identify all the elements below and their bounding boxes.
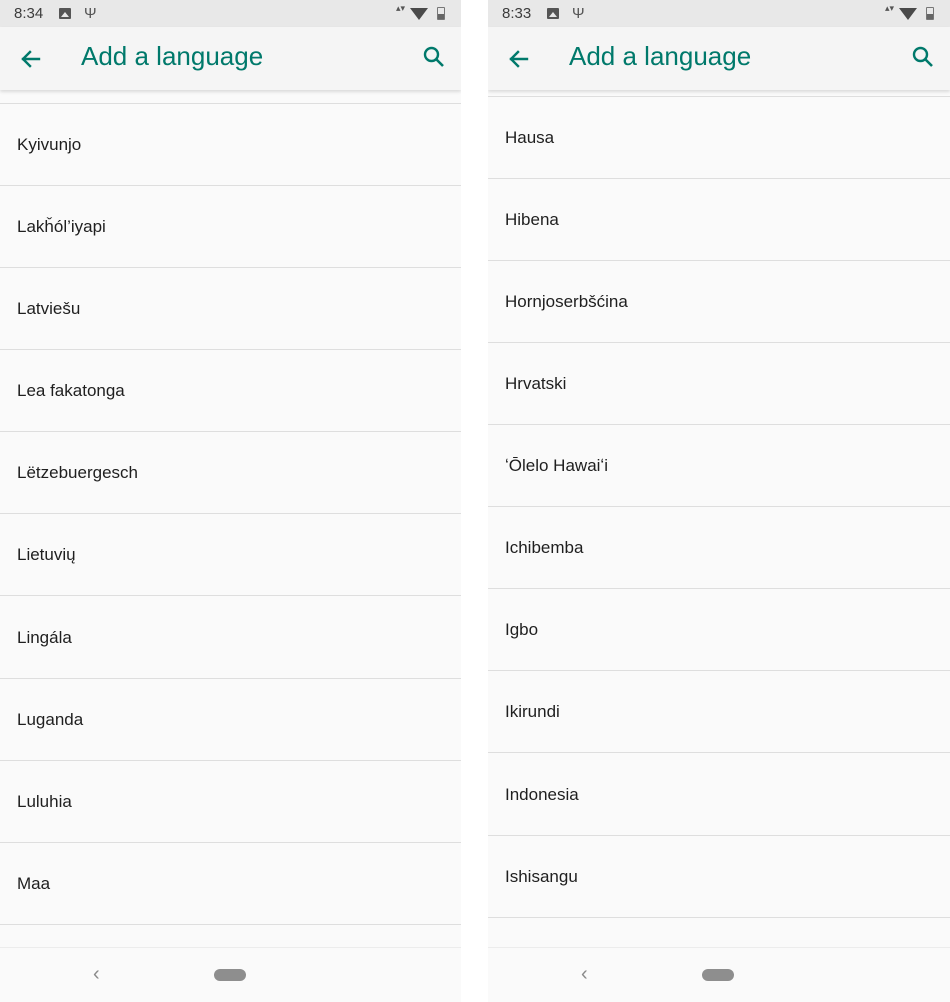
search-button[interactable] xyxy=(421,44,447,70)
app-bar: Add a language xyxy=(488,27,950,90)
data-arrows-icon: ▴▾ xyxy=(395,3,405,13)
battery-icon xyxy=(437,7,445,20)
language-label: Hibena xyxy=(505,209,559,229)
language-label: Lietuvių xyxy=(17,544,76,564)
data-arrows-icon: ▴▾ xyxy=(884,3,894,13)
language-label: Maa xyxy=(17,873,51,893)
wifi-icon xyxy=(899,8,917,20)
chevron-left-icon[interactable]: ‹ xyxy=(93,963,100,986)
language-label: Latviešu xyxy=(17,298,81,318)
phone-screen-left: 8:34 Ψ ▴▾ Add a language Kyivunjo Lakȟól… xyxy=(0,0,461,1002)
language-label: Ikirundi xyxy=(505,701,560,721)
navigation-bar: ‹ xyxy=(488,947,950,1002)
usb-icon: Ψ xyxy=(84,5,97,22)
home-pill-icon[interactable] xyxy=(702,969,734,981)
status-bar: 8:33 Ψ ▴▾ xyxy=(488,0,950,27)
list-item[interactable]: Ichibemba xyxy=(488,507,950,589)
list-item[interactable]: Maa xyxy=(0,843,461,925)
page-title: Add a language xyxy=(81,41,264,71)
language-label: Lakȟól’iyapi xyxy=(17,216,106,236)
page-title: Add a language xyxy=(569,41,752,71)
list-item[interactable]: Kyivunjo xyxy=(0,104,461,186)
language-label: Kyivunjo xyxy=(17,134,82,154)
list-item[interactable]: Latviešu xyxy=(0,268,461,350)
status-time: 8:34 xyxy=(14,5,44,22)
list-item[interactable]: Hornjoserbšćina xyxy=(488,261,950,343)
list-item[interactable]: Luganda xyxy=(0,679,461,761)
search-icon xyxy=(912,46,933,67)
list-item[interactable]: Luluhia xyxy=(0,761,461,843)
language-label: Igbo xyxy=(505,619,539,639)
list-item[interactable]: Hausa xyxy=(488,97,950,179)
list-item[interactable]: Indonesia xyxy=(488,754,950,836)
language-label: Hausa xyxy=(505,127,555,147)
home-pill-icon[interactable] xyxy=(214,969,246,981)
list-item[interactable]: Hrvatski xyxy=(488,343,950,425)
list-item[interactable]: Hibena xyxy=(488,179,950,261)
status-bar: 8:34 Ψ ▴▾ xyxy=(0,0,461,27)
navigation-bar: ‹ xyxy=(0,947,461,1002)
language-label: Hrvatski xyxy=(505,373,567,393)
language-label: Indonesia xyxy=(505,784,579,804)
image-icon xyxy=(59,8,71,19)
list-item[interactable]: ʻŌlelo Hawaiʻi xyxy=(488,425,950,507)
list-item[interactable]: Lakȟól’iyapi xyxy=(0,186,461,268)
language-label: Luluhia xyxy=(17,791,72,811)
image-icon xyxy=(547,8,559,19)
language-label: Hornjoserbšćina xyxy=(505,291,628,311)
phone-screen-right: 8:33 Ψ ▴▾ Add a language Hausa Hibena Ho… xyxy=(488,0,950,1002)
usb-icon: Ψ xyxy=(572,5,585,22)
list-item[interactable]: Igbo xyxy=(488,589,950,671)
chevron-left-icon[interactable]: ‹ xyxy=(581,963,588,986)
back-button[interactable] xyxy=(16,45,46,73)
language-label: Lingála xyxy=(17,627,72,647)
language-label: Ichibemba xyxy=(505,537,584,557)
list-item[interactable]: Ikirundi xyxy=(488,671,950,753)
language-label: Lea fakatonga xyxy=(17,380,125,400)
search-button[interactable] xyxy=(910,44,936,70)
language-label: ʻŌlelo Hawaiʻi xyxy=(505,455,608,475)
language-label: Lëtzebuergesch xyxy=(17,462,138,482)
battery-icon xyxy=(926,7,934,20)
list-item[interactable]: Lietuvių xyxy=(0,514,461,596)
language-label: Ishisangu xyxy=(505,866,578,886)
arrow-back-icon xyxy=(509,50,529,68)
list-item[interactable]: Ishisangu xyxy=(488,836,950,918)
search-icon xyxy=(423,46,444,67)
app-bar: Add a language xyxy=(0,27,461,90)
arrow-back-icon xyxy=(21,50,41,68)
status-time: 8:33 xyxy=(502,5,532,22)
language-label: Luganda xyxy=(17,709,84,729)
list-item[interactable]: Lea fakatonga xyxy=(0,350,461,432)
list-item[interactable]: Lingála xyxy=(0,597,461,679)
back-button[interactable] xyxy=(504,45,534,73)
list-item[interactable]: Lëtzebuergesch xyxy=(0,432,461,514)
wifi-icon xyxy=(410,8,428,20)
